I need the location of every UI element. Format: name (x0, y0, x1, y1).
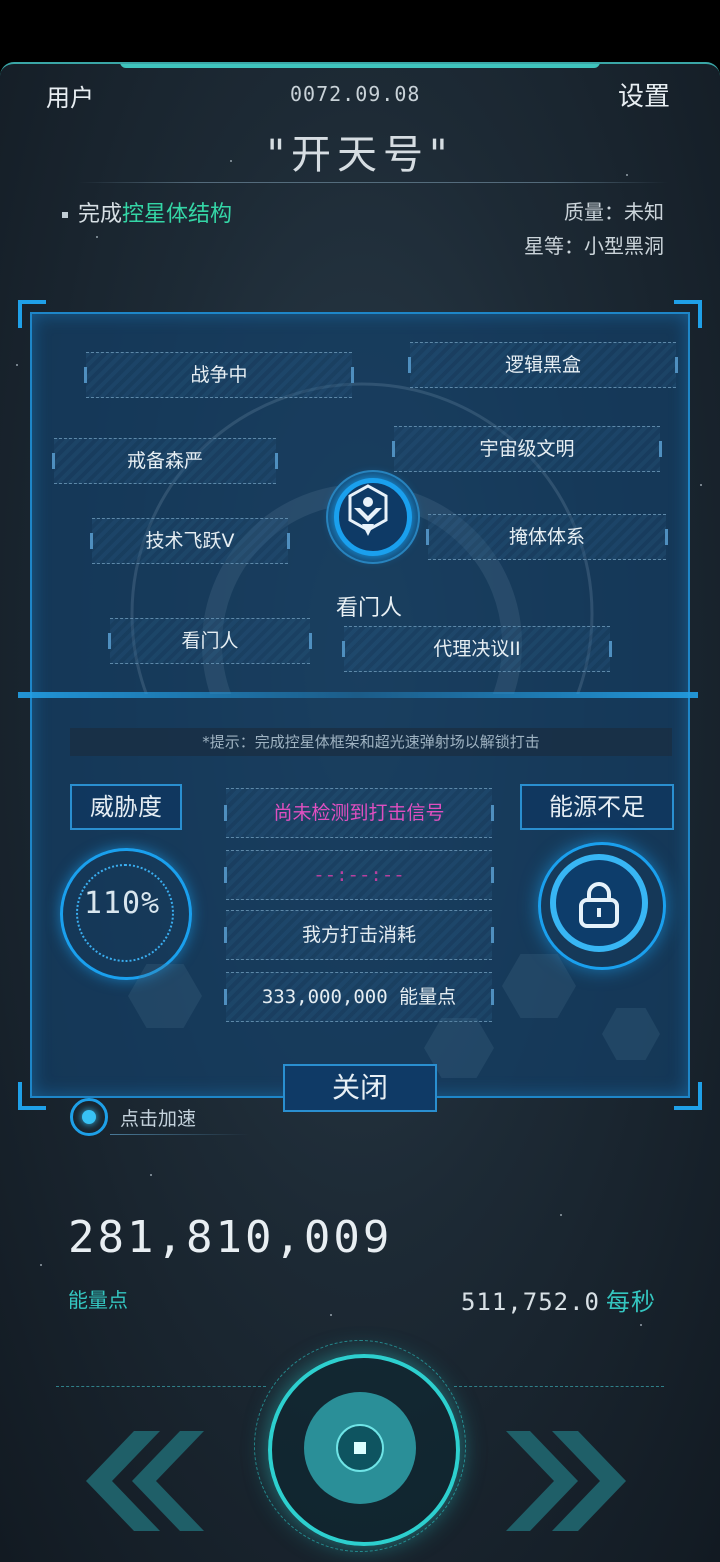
top-glow-bar (120, 64, 600, 68)
panel-divider (18, 692, 698, 698)
energy-insufficient-label: 能源不足 (520, 784, 674, 830)
trait-tag: 战争中 (84, 352, 354, 398)
trait-tag: 戒备森严 (52, 438, 278, 484)
target-mass: 质量：未知 (564, 200, 664, 224)
bottom-dash-right (454, 1386, 664, 1388)
trait-tag: 宇宙级文明 (392, 426, 662, 472)
double-chevron-left-icon[interactable] (64, 1426, 204, 1536)
strike-timer: --:--:-- (224, 850, 494, 900)
bullet-icon (62, 212, 68, 218)
unlock-hint: *提示：完成控星体框架和超光速弹射场以解锁打击 (70, 728, 672, 756)
trait-tag: 看门人 (108, 618, 312, 664)
settings-button[interactable]: 设置 (618, 76, 670, 113)
threat-value: 110% (83, 886, 161, 921)
threat-label: 威胁度 (70, 784, 182, 830)
decor-hex (502, 954, 576, 1018)
user-button[interactable]: 用户 (46, 78, 94, 113)
energy-total: 281,810,009 (68, 1212, 393, 1263)
trait-tag: 代理决议II (342, 626, 612, 672)
panel-corner (18, 1082, 46, 1110)
ship-name: "开天号" (266, 132, 454, 178)
energy-unit: 能量点 (68, 1288, 128, 1312)
core-square-icon (354, 1442, 366, 1454)
double-chevron-right-icon[interactable] (506, 1426, 646, 1536)
close-button[interactable]: 关闭 (283, 1064, 437, 1112)
civilization-name: 看门人 (335, 596, 402, 621)
strike-cost-label: 我方打击消耗 (224, 910, 494, 960)
bottom-dash-left (56, 1386, 266, 1388)
current-task: 完成控星体结构 (62, 196, 232, 228)
speed-up-label: 点击加速 (120, 1108, 197, 1130)
lock-icon (579, 882, 619, 928)
energy-rate-unit: 每秒 (606, 1288, 656, 1316)
task-highlight: 控星体结构 (122, 202, 233, 227)
speed-up-underline (110, 1134, 250, 1135)
speed-up-icon (70, 1098, 108, 1136)
trait-tag: 掩体体系 (426, 514, 668, 560)
target-star-class: 星等：小型黑洞 (524, 234, 664, 258)
strike-cost-value: 333,000,000 能量点 (224, 972, 494, 1022)
strike-signal-status: 尚未检测到打击信号 (224, 788, 494, 838)
energy-rate-value: 511,752.0 (460, 1288, 600, 1316)
task-prefix: 完成 (78, 202, 123, 227)
trait-tag: 技术飞跃V (90, 518, 290, 564)
panel-corner (674, 1082, 702, 1110)
speed-up-button[interactable]: 点击加速 (70, 1098, 250, 1136)
header-divider (78, 182, 668, 183)
enemy-info-panel: 战争中 逻辑黑盒 戒备森严 宇宙级文明 技术飞跃V 掩体体系 看门人 代理决议I… (18, 300, 702, 1110)
phoenix-emblem-icon[interactable] (334, 478, 412, 556)
game-date: 0072.09.08 (290, 82, 421, 106)
globe-hex-icon (602, 1008, 660, 1060)
energy-rate: 511,752.0 每秒 (461, 1282, 656, 1317)
trait-tag: 逻辑黑盒 (408, 342, 678, 388)
game-screen: 用户 0072.09.08 设置 "开天号" 完成控星体结构 质量：未知 星等：… (0, 62, 720, 1562)
